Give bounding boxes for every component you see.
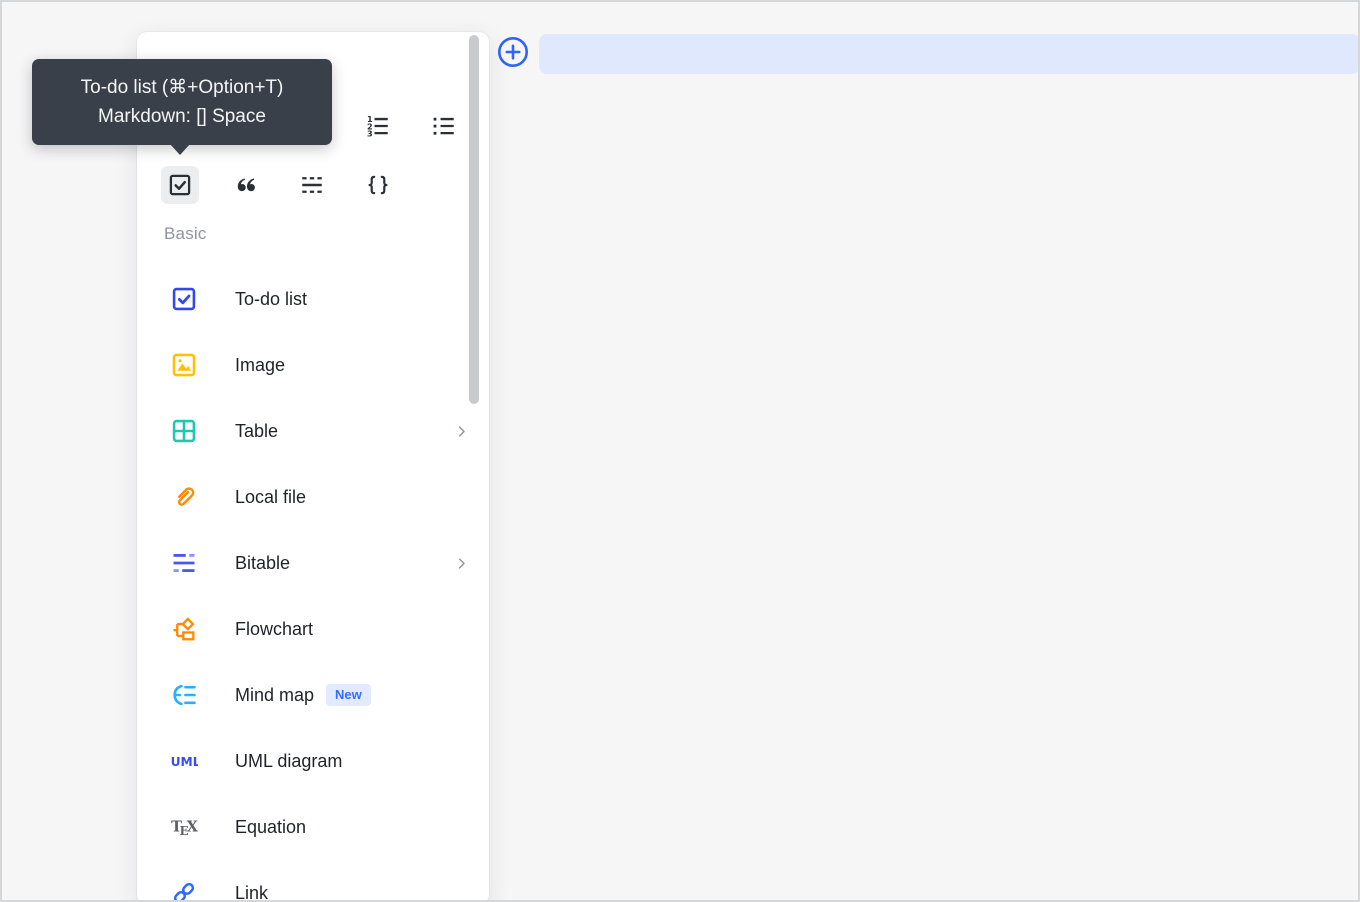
menu-item-image[interactable]: Image: [137, 332, 489, 398]
menu-item-label: Equation: [235, 816, 307, 837]
tooltip: To-do list (⌘+Option+T) Markdown: [] Spa…: [32, 59, 332, 155]
menu-item-label: Flowchart: [235, 618, 314, 639]
menu-item-label: Bitable: [235, 552, 291, 573]
menu-item-uml-diagram[interactable]: UML UML diagram: [137, 728, 489, 794]
menu-item-equation[interactable]: T E X Equation: [137, 794, 489, 860]
menu-item-link[interactable]: Link: [137, 860, 489, 902]
new-badge: New: [326, 684, 371, 706]
uml-icon: UML: [170, 747, 198, 775]
code-braces-icon[interactable]: [359, 166, 397, 204]
menu-item-label: Image: [235, 354, 286, 375]
menu-item-table[interactable]: Table: [137, 398, 489, 464]
menu-item-todo-list[interactable]: To-do list: [137, 266, 489, 332]
menu-item-mind-map[interactable]: Mind map New: [137, 662, 489, 728]
bulleted-list-icon[interactable]: [425, 107, 463, 145]
menu-item-label: Local file: [235, 486, 307, 507]
menu-item-label: Mind map: [235, 684, 315, 705]
svg-text:UML: UML: [171, 755, 198, 769]
quote-icon[interactable]: [227, 166, 265, 204]
link-icon: [170, 879, 198, 900]
numbered-list-icon[interactable]: 1 2 3: [359, 107, 397, 145]
selected-block-highlight[interactable]: [539, 34, 1358, 74]
chevron-right-icon: [454, 424, 469, 439]
image-icon: [170, 351, 198, 379]
tex-icon: T E X: [170, 813, 198, 841]
mindmap-icon: [170, 681, 198, 709]
menu-item-label: Link: [235, 882, 269, 902]
menu-item-bitable[interactable]: Bitable: [137, 530, 489, 596]
tooltip-shortcut-line: To-do list (⌘+Option+T): [80, 77, 284, 98]
chevron-right-icon: [454, 556, 469, 571]
document-editor: 1 2 3 Basic To-do list Image Table Local…: [0, 0, 1360, 902]
todo-icon: [170, 285, 198, 313]
menu-item-label: UML diagram: [235, 750, 343, 771]
tooltip-markdown-line: Markdown: [] Space: [98, 106, 266, 127]
svg-text:3: 3: [367, 129, 373, 139]
bitable-icon: [170, 549, 198, 577]
menu-scrollbar-thumb[interactable]: [469, 35, 479, 404]
table-icon: [170, 417, 198, 445]
insert-block-menu: 1 2 3 Basic To-do list Image Table Local…: [137, 32, 489, 902]
menu-item-flowchart[interactable]: Flowchart: [137, 596, 489, 662]
menu-item-label: To-do list: [235, 288, 308, 309]
menu-section-header: Basic: [164, 224, 207, 243]
menu-list: To-do list Image Table Local file Bitabl…: [137, 266, 489, 902]
flowchart-icon: [170, 615, 198, 643]
divider-icon[interactable]: [293, 166, 331, 204]
paperclip-icon: [170, 483, 198, 511]
add-block-button[interactable]: [497, 36, 529, 68]
todo-checkbox-icon[interactable]: [161, 166, 199, 204]
svg-text:X: X: [187, 818, 198, 835]
menu-item-label: Table: [235, 420, 279, 441]
menu-item-local-file[interactable]: Local file: [137, 464, 489, 530]
plus-circle-icon: [497, 36, 529, 68]
